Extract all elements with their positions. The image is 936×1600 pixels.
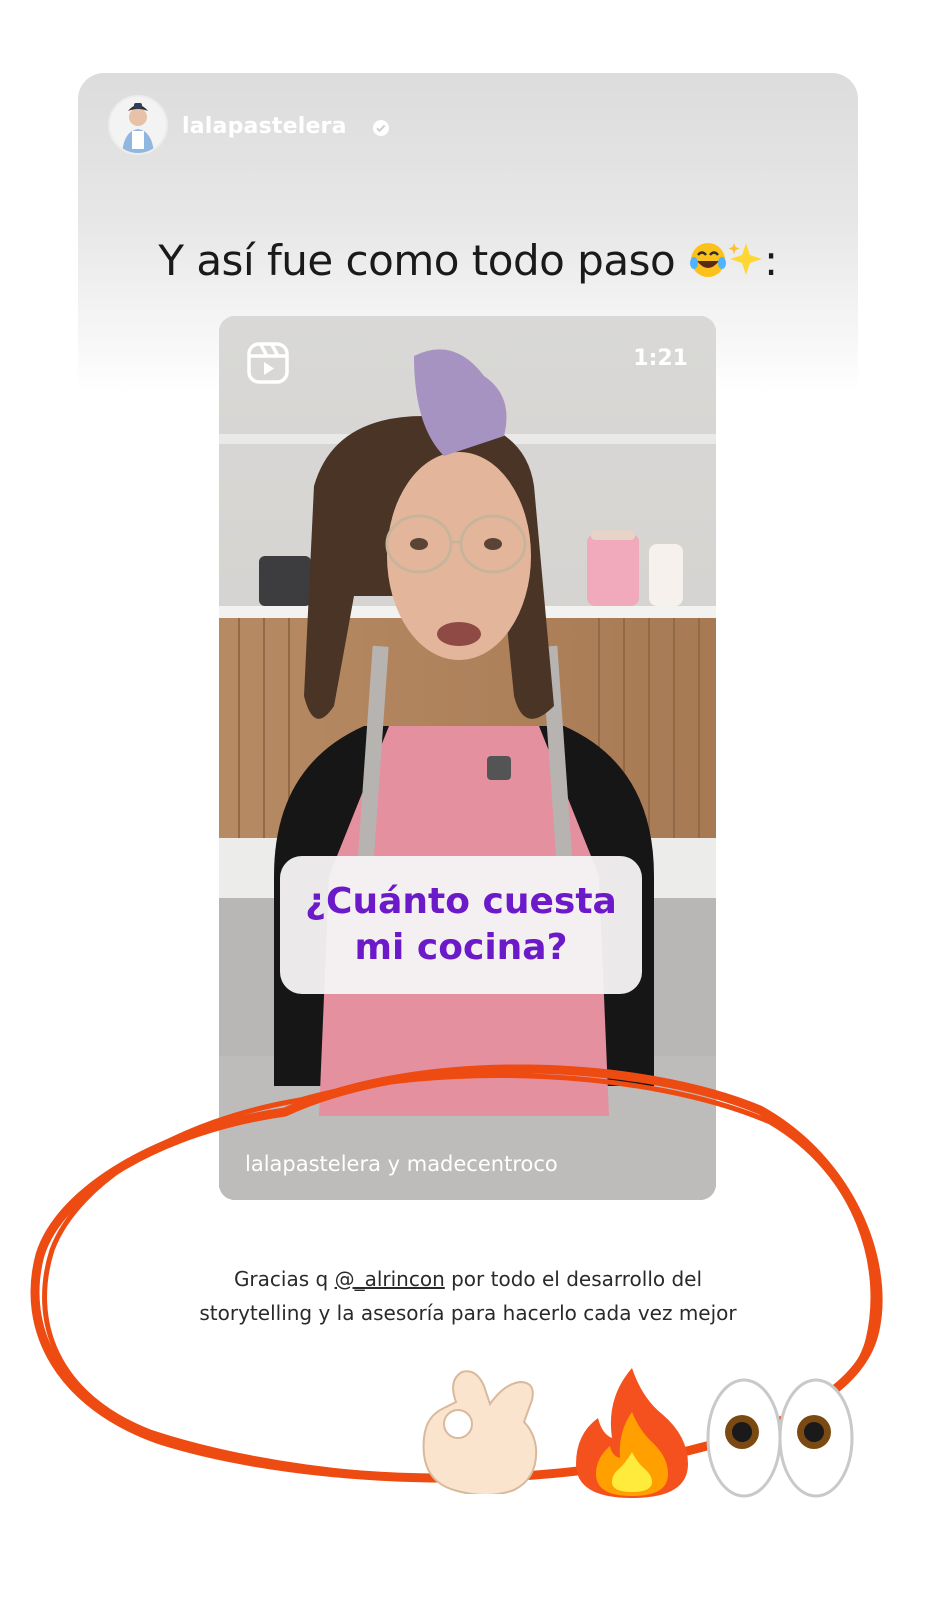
caption-line-1: Gracias q @_alrincon por todo el desarro… — [0, 1262, 936, 1296]
question-line-2: mi cocina? — [354, 927, 568, 968]
laughing-emoji — [688, 239, 728, 289]
reel-credit[interactable]: lalapastelera y madecentroco — [245, 1152, 558, 1176]
verified-badge-icon — [373, 120, 389, 136]
reel-thumbnail — [219, 316, 716, 1200]
mention-link[interactable]: @_alrincon — [335, 1267, 445, 1291]
question-sticker: ¿Cuánto cuesta mi cocina? — [280, 856, 642, 994]
headline-text: Y así fue como todo paso — [158, 236, 676, 285]
shared-reel-card[interactable]: 1:21 ¿Cuánto cuesta mi cocina? lalapaste… — [219, 316, 716, 1200]
reels-icon — [247, 342, 289, 384]
reel-duration: 1:21 — [633, 346, 688, 371]
caption-line-2: storytelling y la asesoría para hacerlo … — [199, 1301, 737, 1325]
caption-line-1-rest: por todo el desarrollo del — [451, 1267, 703, 1291]
fire-emoji — [576, 1368, 688, 1498]
ok-hand-emoji — [422, 1370, 538, 1494]
question-line-1: ¿Cuánto cuesta — [305, 881, 617, 922]
headline-suffix: : — [764, 236, 778, 285]
caption-prefix: Gracias q — [233, 1267, 329, 1291]
story-caption: Gracias q @_alrincon por todo el desarro… — [0, 1262, 936, 1330]
eyes-emoji — [706, 1378, 854, 1498]
profile-avatar[interactable] — [108, 95, 168, 155]
story-username[interactable]: lalapastelera — [182, 114, 347, 139]
sparkles-emoji — [728, 239, 764, 289]
story-headline: Y así fue como todo paso : — [0, 236, 936, 289]
